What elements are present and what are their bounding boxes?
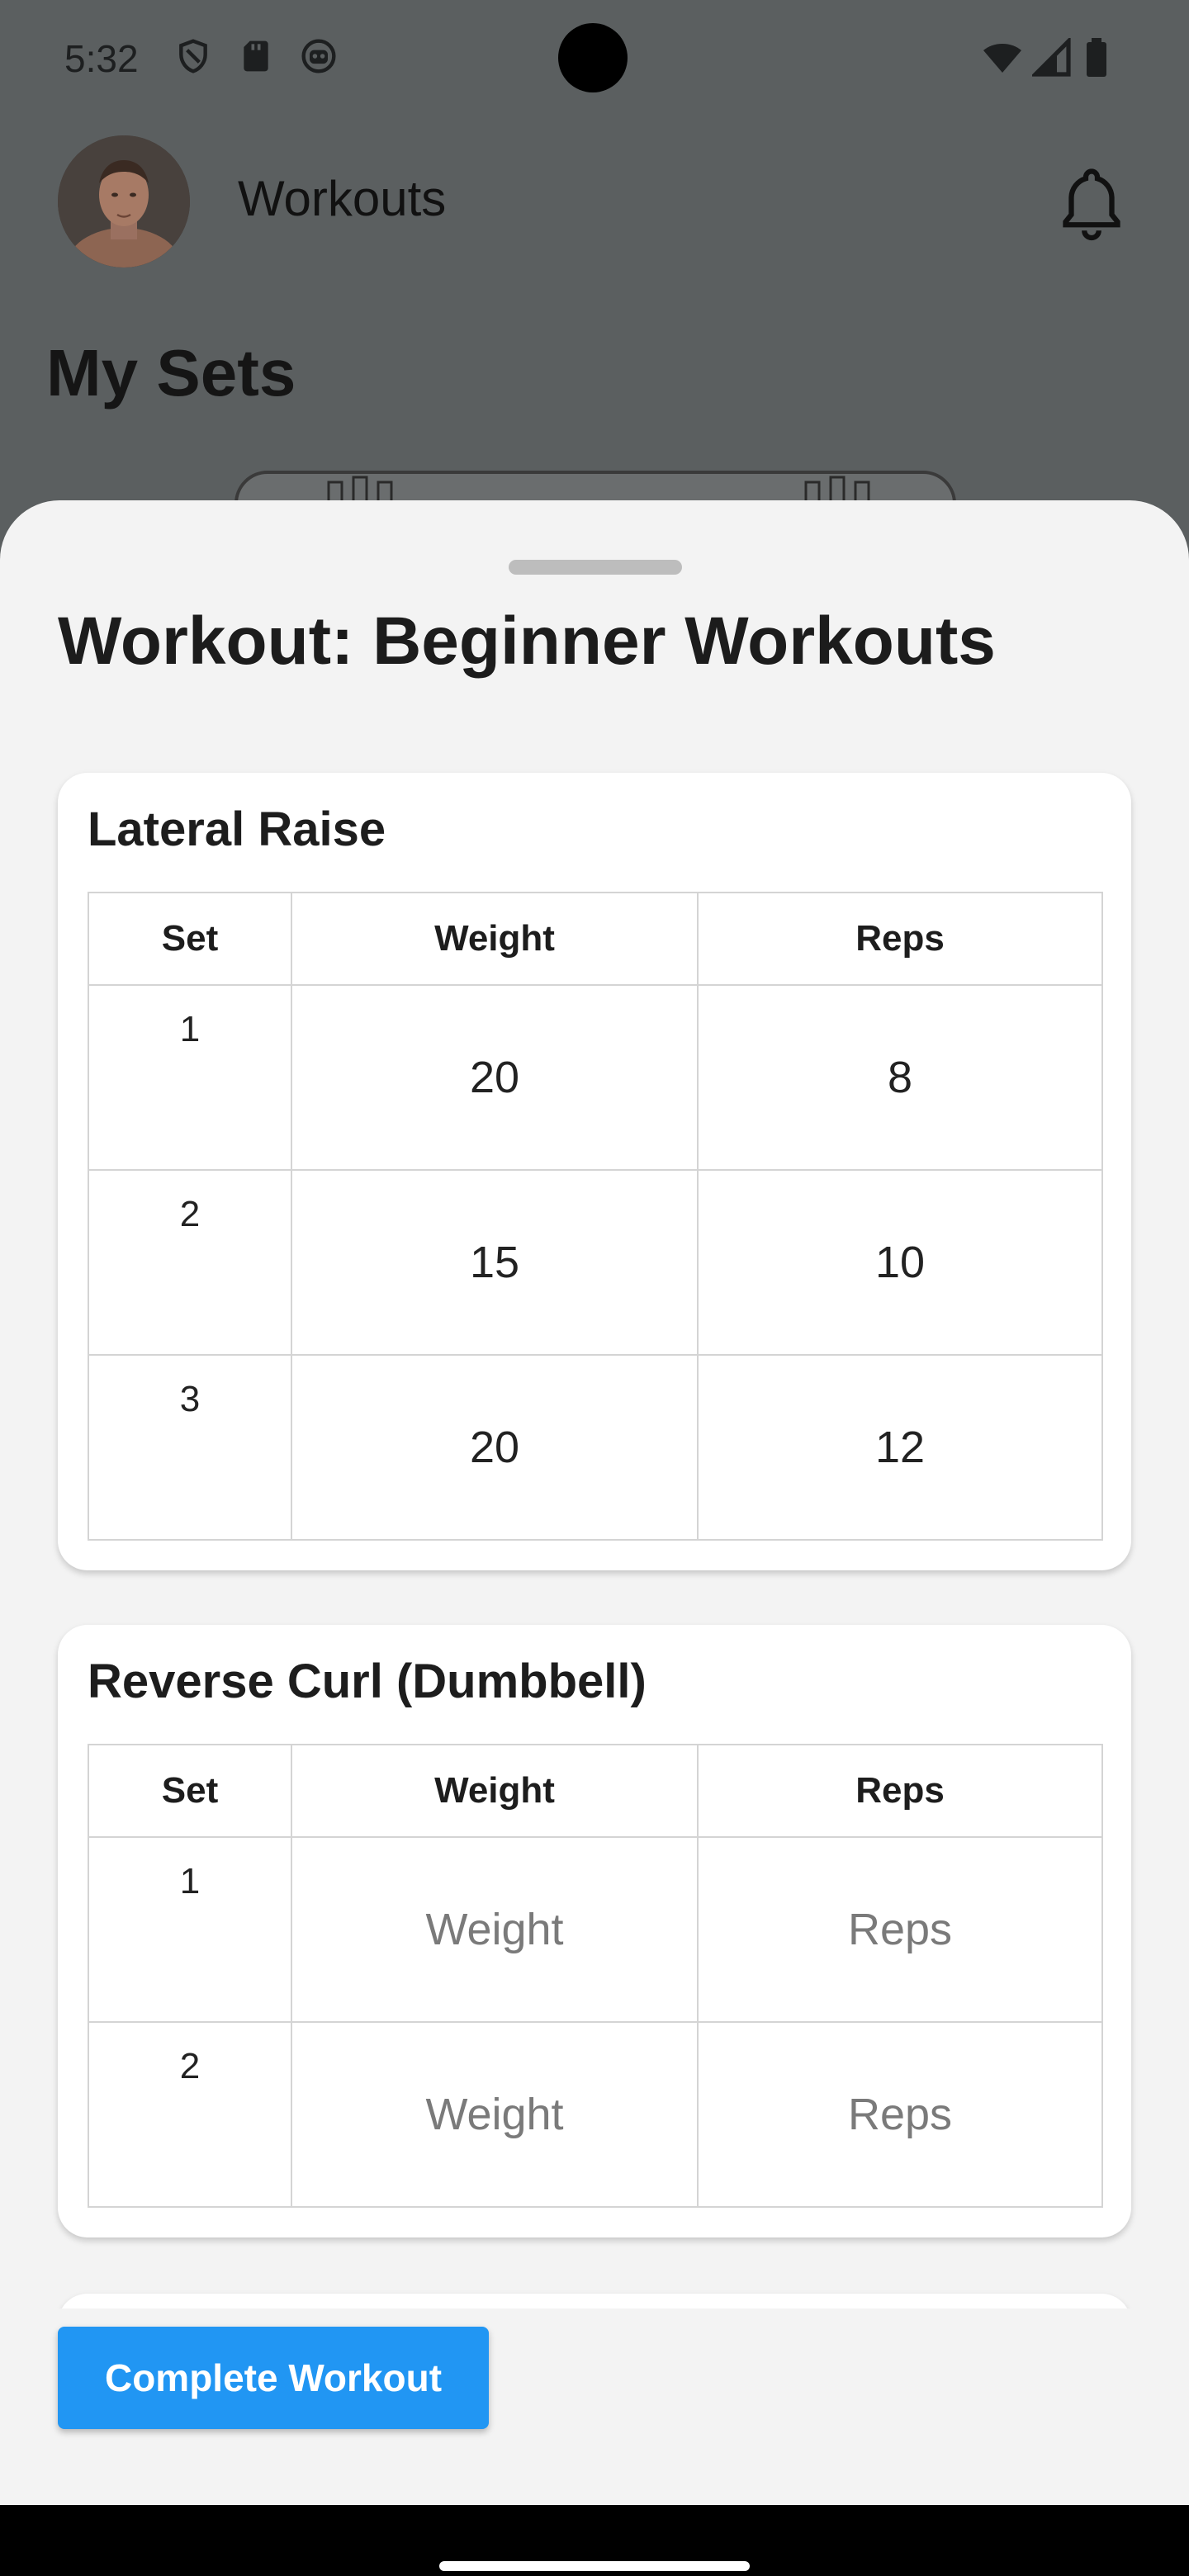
weight-input[interactable]: Weight: [291, 1836, 699, 2023]
reps-input[interactable]: 8: [697, 984, 1103, 1171]
column-header-set: Set: [88, 1744, 292, 1838]
exercise-card: Lateral Raise Set Weight Reps 1 20 8 2 1…: [58, 773, 1131, 1570]
exercise-list[interactable]: Lateral Raise Set Weight Reps 1 20 8 2 1…: [0, 765, 1189, 2308]
page-heading: My Sets: [46, 336, 296, 410]
app-title: Workouts: [238, 171, 447, 226]
table-row: 2 15 10: [88, 1169, 1103, 1356]
bell-icon[interactable]: [1057, 165, 1126, 241]
weight-input[interactable]: Weight: [291, 2021, 699, 2208]
reps-input[interactable]: 12: [697, 1354, 1103, 1541]
sets-table: Set Weight Reps 1 20 8 2 15 10 3 20 12: [88, 892, 1103, 1541]
exercise-card: Reverse Curl (Dumbbell) Set Weight Reps …: [58, 1625, 1131, 2237]
table-header-row: Set Weight Reps: [88, 1744, 1103, 1838]
reps-input[interactable]: Reps: [697, 2021, 1103, 2208]
column-header-weight: Weight: [291, 892, 699, 986]
reps-input[interactable]: Reps: [697, 1836, 1103, 2023]
table-header-row: Set Weight Reps: [88, 892, 1103, 986]
reps-input[interactable]: 10: [697, 1169, 1103, 1356]
weight-input[interactable]: 20: [291, 1354, 699, 1541]
sheet-drag-handle[interactable]: [509, 560, 682, 575]
workout-bottom-sheet: Workout: Beginner Workouts Lateral Raise…: [0, 500, 1189, 2505]
battery-icon: [1087, 38, 1106, 77]
signal-icon: [1032, 38, 1071, 77]
exercise-name: Lateral Raise: [88, 803, 386, 856]
shield-icon: [179, 39, 207, 73]
sd-card-icon: [244, 40, 268, 72]
sets-table: Set Weight Reps 1 Weight Reps 2 Weight R…: [88, 1744, 1103, 2208]
table-row: 2 Weight Reps: [88, 2021, 1103, 2208]
status-time: 5:32: [64, 37, 139, 80]
weight-input[interactable]: 20: [291, 984, 699, 1171]
complete-workout-button[interactable]: Complete Workout: [58, 2327, 489, 2429]
robot-icon: [301, 39, 336, 73]
table-row: 1 Weight Reps: [88, 1836, 1103, 2023]
set-number: 1: [88, 1836, 292, 2023]
status-bar: 5:32: [0, 0, 1189, 116]
column-header-set: Set: [88, 892, 292, 986]
exercise-card-partial: [58, 2294, 1131, 2308]
table-row: 3 20 12: [88, 1354, 1103, 1541]
column-header-reps: Reps: [697, 1744, 1103, 1838]
weight-input[interactable]: 15: [291, 1169, 699, 1356]
avatar[interactable]: [58, 135, 190, 268]
background-screen: 5:32 Workouts My Sets: [0, 0, 1189, 578]
home-gesture-handle[interactable]: [439, 2561, 750, 2571]
exercise-name: Reverse Curl (Dumbbell): [88, 1655, 647, 1708]
sheet-title: Workout: Beginner Workouts: [58, 604, 996, 679]
profile-avatar-image: [58, 135, 190, 268]
set-number: 1: [88, 984, 292, 1171]
set-number: 2: [88, 1169, 292, 1356]
column-header-reps: Reps: [697, 892, 1103, 986]
column-header-weight: Weight: [291, 1744, 699, 1838]
wifi-icon: [983, 44, 1021, 73]
set-number: 2: [88, 2021, 292, 2208]
set-number: 3: [88, 1354, 292, 1541]
front-camera-cutout: [558, 23, 628, 92]
table-row: 1 20 8: [88, 984, 1103, 1171]
